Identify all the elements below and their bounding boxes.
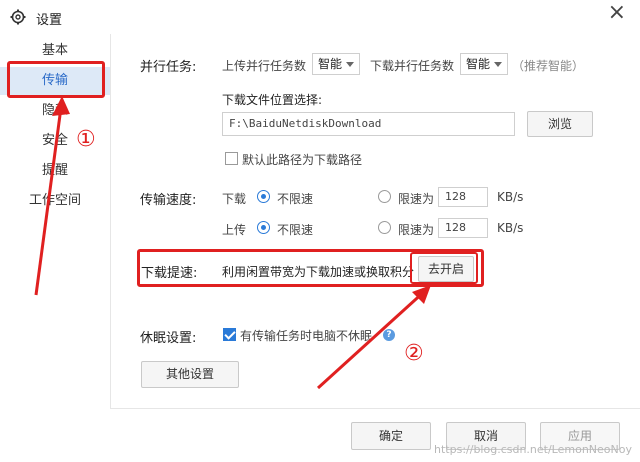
sidebar-item-privacy[interactable]: 隐私: [0, 97, 110, 125]
download-limit-radio[interactable]: [378, 190, 391, 203]
watermark: https://blog.csdn.net/LemonNeoNoy: [434, 443, 632, 456]
browse-button[interactable]: 浏览: [527, 111, 593, 137]
upload-unit: KB/s: [497, 221, 524, 235]
other-settings-button[interactable]: 其他设置: [141, 361, 239, 388]
upload-parallel-label: 上传并行任务数: [222, 59, 307, 73]
upload-unlimited-radio[interactable]: [257, 221, 270, 234]
title-bar: 设置 ×: [0, 0, 640, 34]
download-speed-label: 下载: [222, 192, 247, 206]
annotation-marker-1: ①: [76, 127, 96, 152]
chevron-down-icon: [346, 62, 354, 67]
download-parallel-label: 下载并行任务数: [370, 59, 455, 73]
annotation-box-boost-button: [410, 252, 478, 284]
speed-label: 传输速度:: [140, 193, 197, 208]
upload-limit-radio[interactable]: [378, 221, 391, 234]
close-icon[interactable]: ×: [608, 2, 626, 24]
gear-icon: [10, 9, 26, 25]
upload-unlimited-label: 不限速: [277, 223, 314, 237]
annotation-marker-2: ②: [404, 341, 424, 366]
sidebar-divider: [110, 34, 111, 409]
parallel-hint: （推荐智能）: [512, 59, 585, 73]
info-icon[interactable]: ?: [383, 329, 395, 341]
download-limit-input[interactable]: 128: [438, 187, 488, 207]
default-path-checkbox[interactable]: [225, 152, 238, 165]
parallel-label: 并行任务:: [140, 60, 197, 75]
download-unlimited-radio[interactable]: [257, 190, 270, 203]
download-parallel-value: 智能: [466, 57, 491, 71]
upload-parallel-value: 智能: [318, 57, 343, 71]
annotation-box-transfer: [7, 61, 105, 98]
arrow-2-head: [412, 285, 431, 304]
footer-divider: [110, 408, 640, 409]
sidebar-item-workspace[interactable]: 工作空间: [0, 187, 110, 215]
upload-speed-label: 上传: [222, 223, 247, 237]
download-parallel-select[interactable]: 智能: [460, 53, 508, 75]
download-limit-label: 限速为: [398, 192, 435, 206]
download-unit: KB/s: [497, 190, 524, 204]
upload-limit-input[interactable]: 128: [438, 218, 488, 238]
sidebar-item-reminder[interactable]: 提醒: [0, 157, 110, 185]
download-path-input[interactable]: F:\BaiduNetdiskDownload: [222, 112, 515, 136]
upload-parallel-select[interactable]: 智能: [312, 53, 360, 75]
sleep-label: 休眠设置:: [140, 331, 197, 346]
window-title: 设置: [36, 13, 63, 28]
download-location-label: 下载文件位置选择:: [222, 93, 323, 107]
no-sleep-checkbox[interactable]: [223, 328, 236, 341]
download-unlimited-label: 不限速: [277, 192, 314, 206]
ok-button[interactable]: 确定: [351, 422, 431, 450]
chevron-down-icon: [494, 62, 502, 67]
default-path-label: 默认此路径为下载路径: [242, 153, 363, 167]
upload-limit-label: 限速为: [398, 223, 435, 237]
no-sleep-label: 有传输任务时电脑不休眠: [240, 329, 373, 343]
